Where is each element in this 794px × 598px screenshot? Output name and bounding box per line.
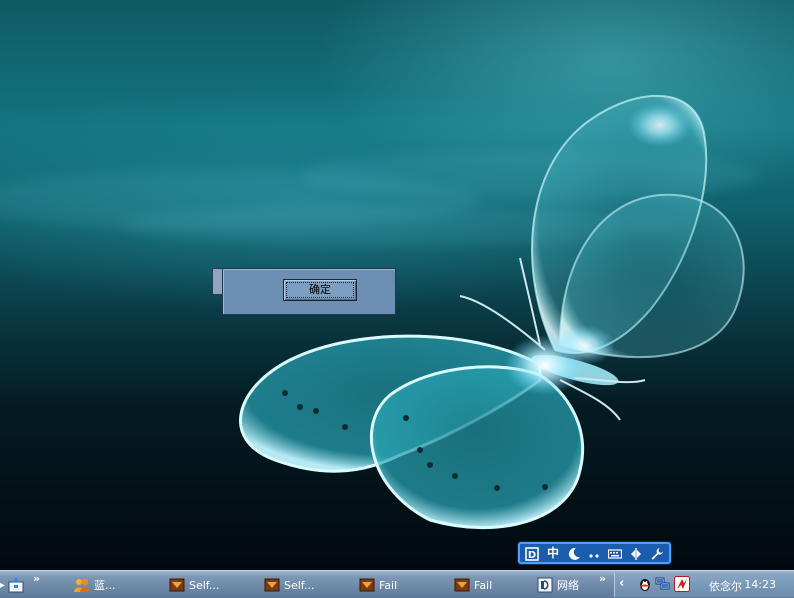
- taskbar-button-task-6[interactable]: 网络: [533, 574, 603, 596]
- app-icon: [454, 577, 470, 593]
- ime-mode-toggle[interactable]: 中: [545, 545, 561, 561]
- task-label: Self...: [284, 578, 315, 592]
- tray-expand-button[interactable]: ‹: [619, 576, 624, 591]
- ime-status-bar[interactable]: D 中: [518, 542, 671, 564]
- keyboard-icon[interactable]: [607, 545, 623, 561]
- softkey-icon[interactable]: [628, 545, 644, 561]
- taskbar-button-task-2[interactable]: Self...: [165, 574, 257, 596]
- system-tray: ‹ 依念尔 14:23: [614, 573, 794, 597]
- taskbar-button-task-1[interactable]: 蓝...: [70, 574, 162, 596]
- taskbar-button-task-5[interactable]: Fail: [450, 574, 542, 596]
- qq-penguin-icon[interactable]: [637, 576, 653, 592]
- desktop-wallpaper: 确定 D 中: [0, 0, 794, 570]
- taskbar: ▸ » 蓝... Self... Self... Fail Fail 网络 » …: [0, 570, 794, 598]
- clock[interactable]: 14:23: [744, 578, 776, 591]
- task-label: Self...: [189, 578, 220, 592]
- task-label: 网络: [557, 579, 579, 592]
- quick-launch-overflow-button[interactable]: »: [33, 572, 40, 585]
- svg-text:D: D: [528, 550, 536, 561]
- ok-button[interactable]: 确定: [283, 279, 357, 301]
- taskbar-overflow-button[interactable]: »: [599, 572, 606, 585]
- punct-icon[interactable]: [586, 545, 602, 561]
- app-icon: [359, 577, 375, 593]
- network-doc-icon: [537, 577, 553, 593]
- antivirus-icon[interactable]: [674, 576, 690, 592]
- message-dialog: 确定: [212, 268, 396, 315]
- show-desktop-icon[interactable]: [7, 576, 25, 594]
- task-label: Fail: [379, 578, 398, 592]
- taskbar-button-task-3[interactable]: Self...: [260, 574, 352, 596]
- moon-icon[interactable]: [566, 545, 582, 561]
- quick-launch: ▸: [0, 574, 25, 596]
- app-icon: [169, 577, 185, 593]
- tray-user-label: 依念尔: [709, 580, 742, 593]
- ime-logo-icon[interactable]: D: [524, 545, 540, 561]
- dialog-panel: 确定: [222, 268, 396, 315]
- butterfly-wallpaper-image: [239, 94, 745, 530]
- wrench-icon[interactable]: [649, 545, 665, 561]
- app-icon: [264, 577, 280, 593]
- start-arrow-icon[interactable]: ▸: [0, 580, 5, 591]
- task-label: Fail: [474, 578, 493, 592]
- task-label: 蓝...: [94, 579, 116, 592]
- network-connection-icon[interactable]: [655, 576, 671, 592]
- people-icon: [74, 577, 90, 593]
- taskbar-button-task-4[interactable]: Fail: [355, 574, 447, 596]
